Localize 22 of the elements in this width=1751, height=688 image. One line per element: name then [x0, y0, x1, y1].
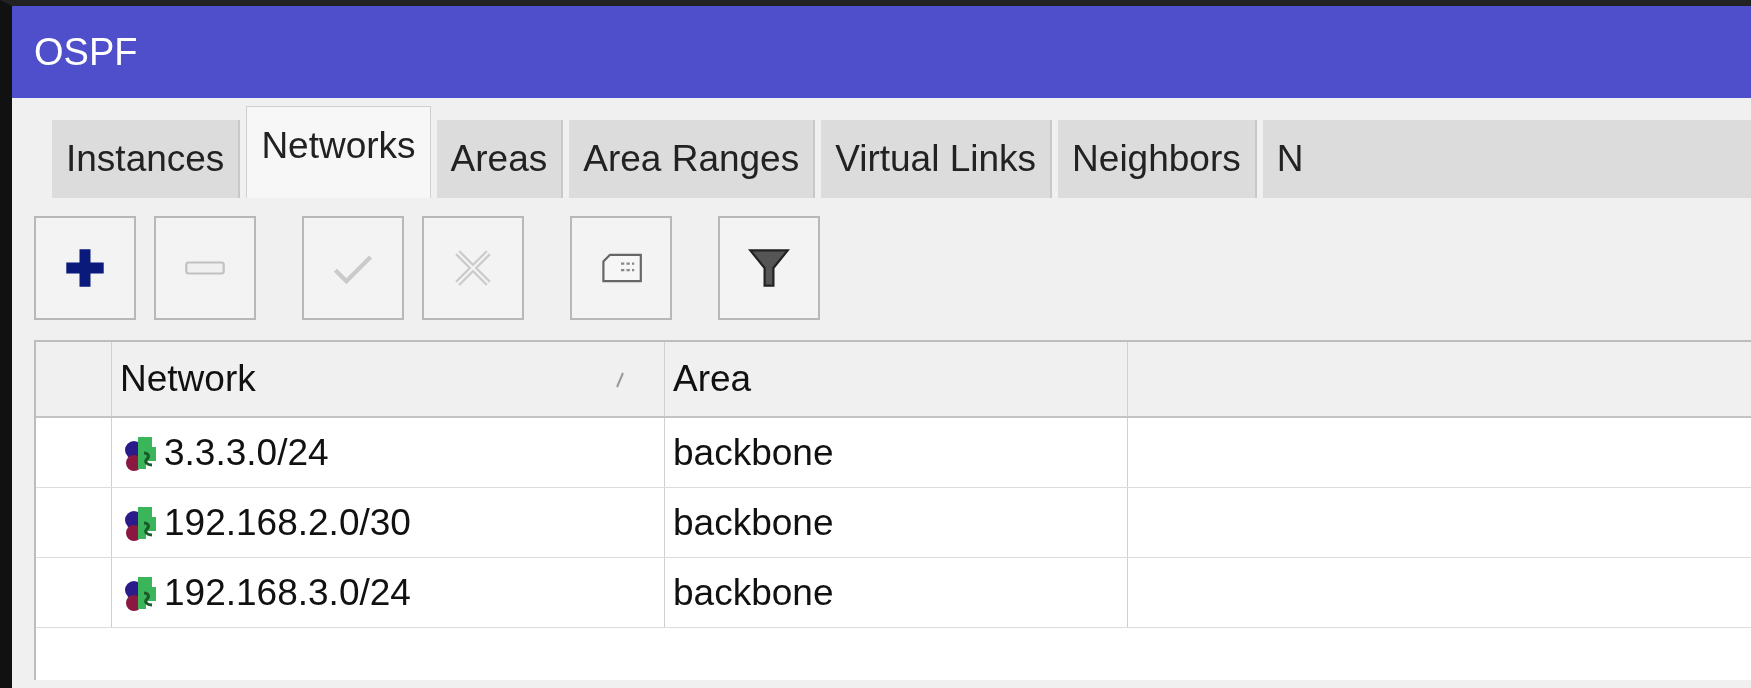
tab[interactable]: Virtual Links	[821, 120, 1053, 198]
tab[interactable]: Networks	[246, 106, 431, 198]
table-cell-text: 192.168.2.0/30	[164, 500, 411, 545]
tab[interactable]: Neighbors	[1058, 120, 1257, 198]
tab[interactable]: N	[1262, 120, 1751, 198]
comment-button[interactable]	[570, 216, 672, 320]
tab[interactable]: Instances	[52, 120, 241, 198]
sort-icon	[616, 372, 624, 388]
table-cell-text: 3.3.3.0/24	[164, 430, 329, 475]
column-header[interactable]: Network	[120, 351, 256, 407]
table-cell-text: 192.168.3.0/24	[164, 570, 411, 615]
table-cell-text: backbone	[673, 430, 834, 475]
tab[interactable]: Areas	[436, 120, 564, 198]
filter-button[interactable]	[718, 216, 820, 320]
table-cell-text: backbone	[673, 500, 834, 545]
add-button[interactable]	[34, 216, 136, 320]
plus-icon	[63, 246, 107, 290]
window-title: OSPF	[34, 29, 138, 75]
tab[interactable]: Area Ranges	[569, 120, 816, 198]
table-cell-text: backbone	[673, 570, 834, 615]
filter-icon	[747, 246, 791, 290]
column-header[interactable]: Area	[673, 351, 752, 407]
